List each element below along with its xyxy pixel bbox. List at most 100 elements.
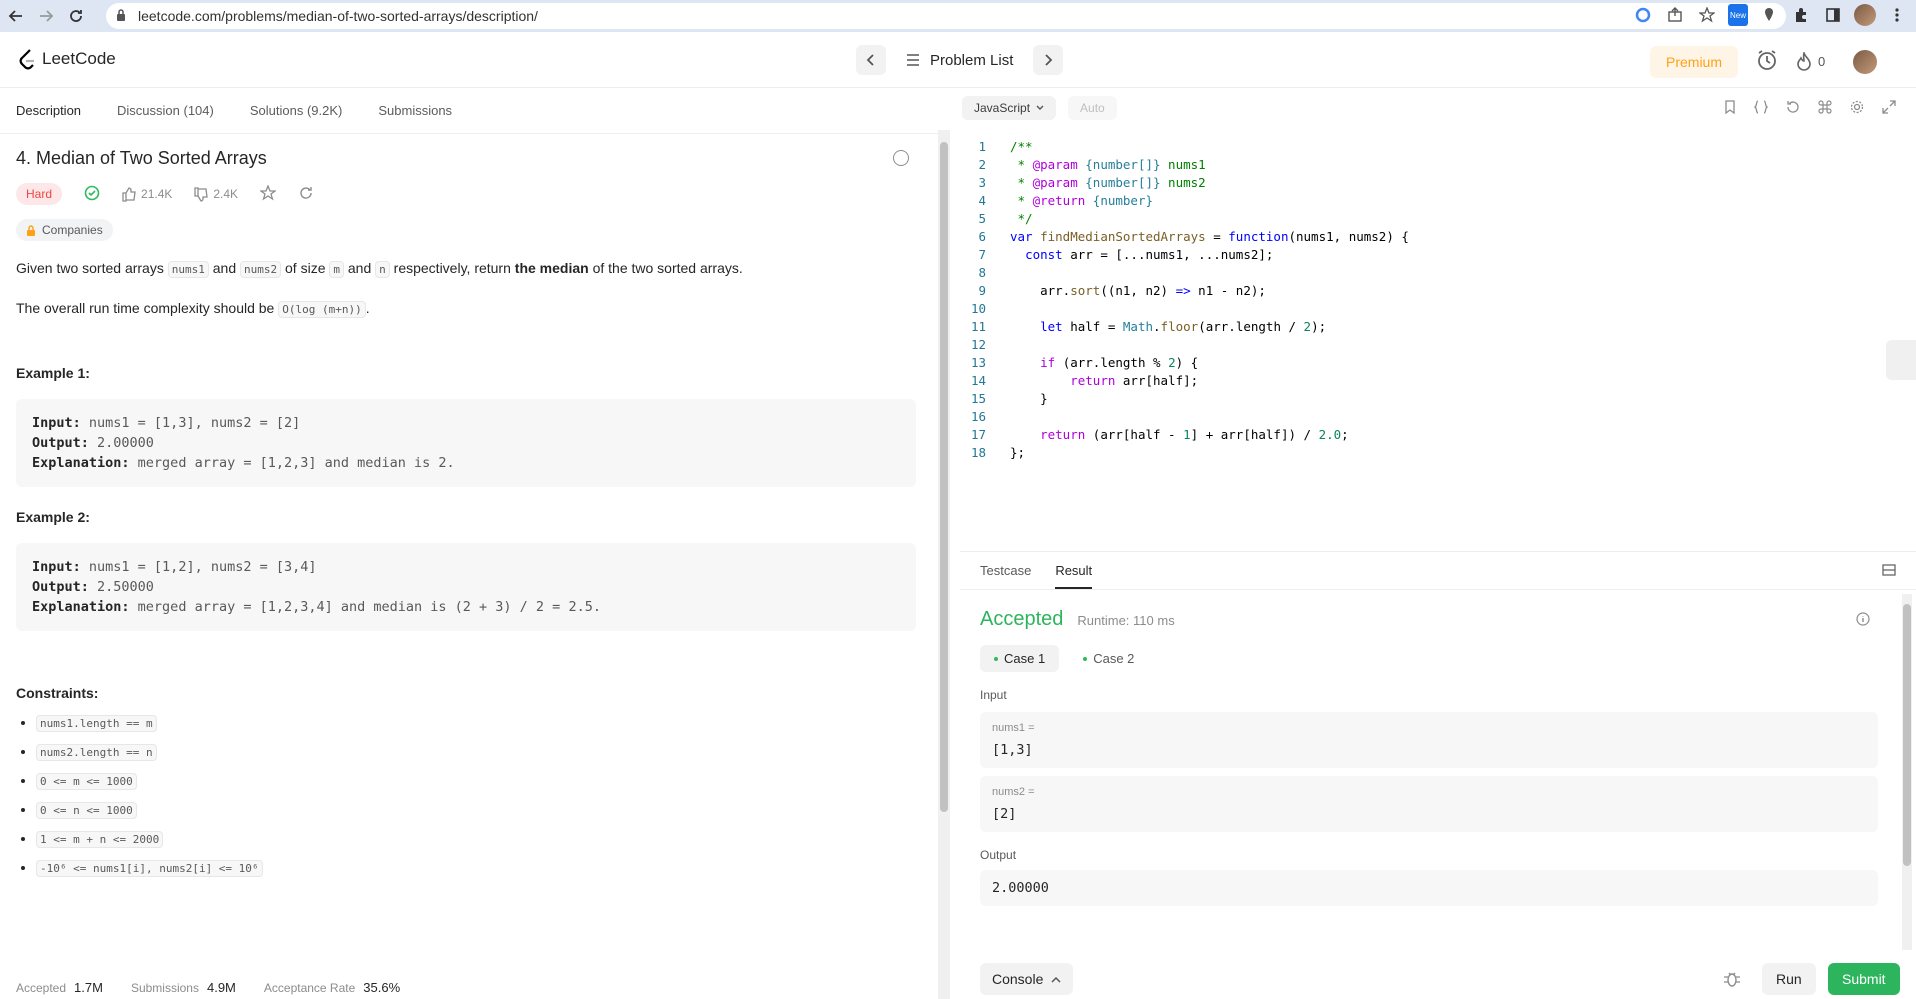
side-notes-tab[interactable] [1886,340,1916,380]
constraints-list: nums1.length == m nums2.length == n 0 <=… [16,715,924,877]
reset-icon[interactable] [1786,100,1800,117]
description-scrollbar[interactable] [938,130,950,999]
example-explanation-label: Explanation: [32,599,130,615]
google-icon[interactable] [1632,4,1654,26]
case-1-tab[interactable]: Case 1 [980,645,1060,672]
code-line: 5 */ [978,211,1033,226]
pass-dot [994,656,998,661]
share-icon[interactable] [1664,4,1686,26]
premium-button[interactable]: Premium [1650,46,1739,78]
statement-text: and [208,260,240,276]
list-item: nums2.length == n [36,744,924,761]
case-label: Case 1 [1004,651,1046,666]
extension-new-icon[interactable]: New [1728,4,1748,26]
console-button[interactable]: Console [980,963,1074,995]
tab-result[interactable]: Result [1055,563,1093,589]
code-n: n [375,261,390,278]
code-line: 9 arr.sort((n1, n2) => n1 - n2); [978,283,1266,298]
constraints-title: Constraints: [16,685,99,701]
statement-text: respectively, return [389,260,515,276]
solved-check-icon [84,185,100,204]
tab-solutions[interactable]: Solutions (9.2K) [250,103,343,118]
rate-value: 35.6% [363,980,401,995]
console-label: Console [992,971,1044,987]
problem-statement: Given two sorted arrays nums1 and nums2 … [16,257,924,281]
alarm-clock-icon[interactable] [1756,49,1778,74]
scrollbar-thumb[interactable] [940,142,948,812]
acceptance-rate-stat: Acceptance Rate 35.6% [264,980,400,995]
language-label: JavaScript [974,101,1031,115]
address-bar[interactable]: leetcode.com/problems/median-of-two-sort… [106,3,1786,29]
result-scrollbar[interactable] [1902,594,1912,950]
streak-counter[interactable]: 0 [1796,51,1825,72]
companies-tag[interactable]: Companies [16,219,113,241]
list-item: 1 <= m + n <= 2000 [36,831,924,848]
next-problem-button[interactable] [1033,45,1064,75]
run-button[interactable]: Run [1762,963,1816,995]
debug-bug-icon[interactable] [1722,969,1742,989]
command-icon[interactable] [1818,100,1832,117]
bookmark-star-icon[interactable] [1696,4,1718,26]
panel-layout-icon[interactable] [1882,564,1896,579]
leetcode-logo[interactable]: LeetCode [18,48,116,70]
sidepanel-icon[interactable] [1822,4,1844,26]
code-line: 18}; [970,445,1026,460]
code-editor[interactable]: 1/** 2 * @param {number[]} nums1 3 * @pa… [960,138,1910,462]
accepted-label: Accepted [16,981,67,995]
more-options-icon[interactable] [893,150,909,166]
leetcode-logo-icon [19,49,34,70]
statement-text: and [344,260,376,276]
kebab-menu-icon[interactable] [1886,4,1908,26]
submissions-stat: Submissions 4.9M [131,980,236,995]
list-item: -10⁶ <= nums1[i], nums2[i] <= 10⁶ [36,860,924,877]
user-avatar[interactable] [1853,49,1878,74]
constraint-code: nums1.length == m [36,715,157,732]
expand-icon[interactable] [1882,100,1896,117]
code-line: 2 * @param {number[]} nums1 [978,157,1206,172]
favorite-star-icon[interactable] [259,183,278,204]
language-select[interactable]: JavaScript [962,96,1057,120]
tab-discussion[interactable]: Discussion (104) [117,103,214,118]
code-line: 11 let half = Math.floor(arr.length / 2)… [970,319,1327,334]
dislike-count: 2.4K [213,187,239,201]
settings-gear-icon[interactable] [1850,100,1864,117]
tab-testcase[interactable]: Testcase [980,563,1031,578]
example-input-label: Input: [32,559,81,575]
bottom-action-bar: Console Run Submit [980,963,1900,995]
output-value: 2.00000 [980,870,1878,906]
braces-icon[interactable] [1753,100,1769,117]
share-icon[interactable] [298,185,314,204]
like-button[interactable]: 21.4K [122,186,172,202]
app-header: LeetCode Problem List Premium 0 [0,32,1916,88]
reload-icon[interactable] [62,2,90,30]
code-line: 10 [970,301,986,316]
forward-icon[interactable] [32,2,60,30]
bookmark-icon[interactable] [1724,100,1736,117]
extensions-puzzle-icon[interactable] [1790,4,1812,26]
lock-icon [27,224,35,236]
lock-icon [116,9,126,25]
submit-button[interactable]: Submit [1828,963,1900,995]
back-icon[interactable] [2,2,30,30]
tab-description[interactable]: Description [16,103,81,118]
info-icon[interactable] [1856,612,1870,629]
example-output-label: Output: [32,435,89,451]
auto-format-button[interactable]: Auto [1068,96,1117,120]
prev-problem-button[interactable] [856,45,886,75]
pin-icon[interactable] [1758,4,1780,26]
example-output-label: Output: [32,579,89,595]
problem-list-button[interactable]: Problem List [896,45,1023,75]
tab-submissions[interactable]: Submissions [378,103,452,118]
scrollbar-thumb[interactable] [1903,604,1911,866]
statement-text: of the two sorted arrays. [588,260,743,276]
constraint-code: 0 <= n <= 1000 [36,802,137,819]
accepted-stat: Accepted 1.7M [16,980,103,995]
thumbs-up-icon [122,186,136,202]
dislike-button[interactable]: 2.4K [194,186,239,202]
problem-tabs: Description Discussion (104) Solutions (… [0,88,940,134]
url-text: leetcode.com/problems/median-of-two-sort… [138,8,538,24]
field-value: [1,3] [992,742,1033,758]
case-2-tab[interactable]: Case 2 [1069,645,1148,672]
code-complexity: O(log (m+n)) [278,301,366,318]
profile-avatar[interactable] [1854,4,1876,26]
